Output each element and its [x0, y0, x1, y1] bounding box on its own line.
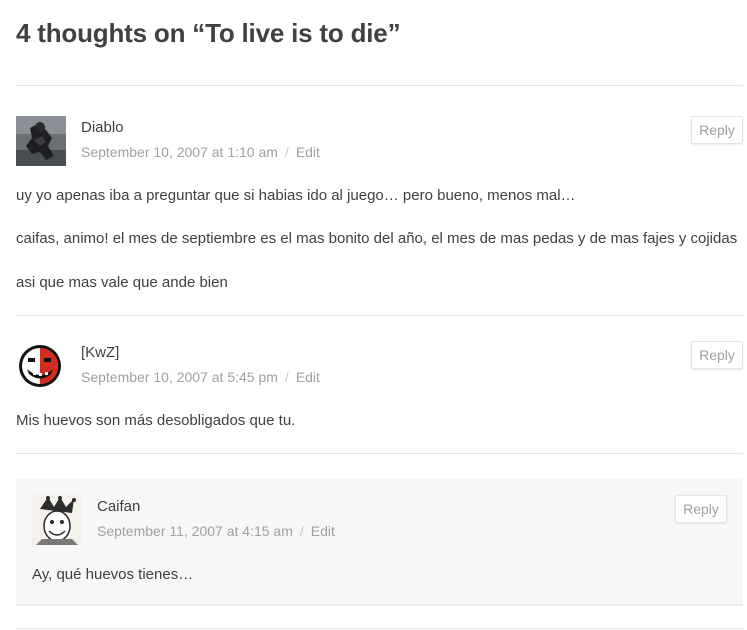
child-comment-container: Caifan September 11, 2007 at 4:15 am / Edi… — [16, 479, 743, 606]
reply-button[interactable]: Reply — [691, 341, 743, 369]
comment-date-link[interactable]: September 10, 2007 at 5:45 pm — [81, 369, 278, 385]
comment-paragraph: caifas, animo! el mes de septiembre es e… — [16, 230, 738, 247]
comment-author[interactable]: [KwZ] — [81, 344, 119, 361]
comment-author[interactable]: Diablo — [81, 119, 124, 136]
edit-link[interactable]: Edit — [296, 369, 320, 385]
avatar-diablo — [16, 116, 66, 166]
edit-link[interactable]: Edit — [311, 523, 335, 539]
meta-separator: / — [299, 523, 304, 539]
reply-button[interactable]: Reply — [675, 495, 727, 523]
comments-title: 4 thoughts on “To live is to die” — [16, 18, 401, 48]
reply-button[interactable]: Reply — [691, 116, 743, 144]
comment-date-link[interactable]: September 10, 2007 at 1:10 am — [81, 144, 278, 160]
comment-divider — [16, 453, 743, 454]
comment-divider — [16, 315, 743, 316]
title-divider — [16, 85, 743, 86]
comment-kwz: [KwZ] September 10, 2007 at 5:45 pm / Edit… — [16, 341, 743, 441]
meta-separator: / — [284, 369, 289, 385]
comment-date-link[interactable]: September 11, 2007 at 4:15 am — [97, 523, 293, 539]
avatar-kwz — [16, 341, 66, 391]
comment-caifan: Caifan September 11, 2007 at 4:15 am / Edi… — [32, 495, 727, 595]
comment-diablo: Diablo September 10, 2007 at 1:10 am / Edi… — [16, 116, 743, 306]
comment-paragraph: Ay, qué huevos tienes… — [32, 566, 194, 583]
avatar-caifan — [32, 495, 82, 545]
comment-meta: September 10, 2007 at 5:45 pm / Edit — [81, 369, 320, 385]
meta-separator: / — [284, 144, 289, 160]
comment-author[interactable]: Caifan — [97, 498, 140, 515]
comment-divider — [16, 628, 743, 629]
comment-paragraph: Mis huevos son más desobligados que tu. — [16, 412, 296, 429]
comment-paragraph: uy yo apenas iba a preguntar que si habi… — [16, 187, 576, 204]
comment-meta: September 10, 2007 at 1:10 am / Edit — [81, 144, 320, 160]
comment-paragraph: asi que mas vale que ande bien — [16, 274, 228, 291]
comment-meta: September 11, 2007 at 4:15 am / Edit — [97, 523, 335, 539]
edit-link[interactable]: Edit — [296, 144, 320, 160]
